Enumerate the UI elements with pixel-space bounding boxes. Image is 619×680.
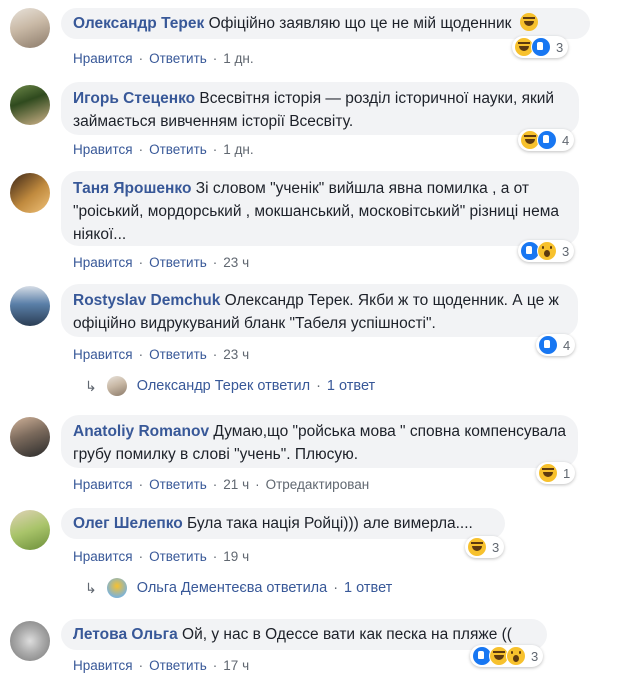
- comment-author[interactable]: Таня Ярошенко: [73, 180, 191, 197]
- comment-time[interactable]: 21 ч: [223, 477, 249, 492]
- reply-author-text[interactable]: Олександр Терек ответил: [137, 378, 310, 394]
- reactions-badge[interactable]: 3: [465, 536, 505, 558]
- reply-link[interactable]: Ответить: [149, 142, 207, 157]
- comment-bubble: Олександр Терек Офіційно заявляю що це н…: [61, 8, 590, 39]
- comment-bubble: Таня Ярошенко Зі словом "ученік" вийшла …: [61, 171, 579, 246]
- reaction-count: 1: [563, 465, 571, 481]
- comment-author[interactable]: Летова Ольга: [73, 626, 178, 643]
- reply-count[interactable]: 1 ответ: [344, 580, 392, 596]
- reply-link[interactable]: Ответить: [149, 658, 207, 673]
- comment-author[interactable]: Anatoliy Romanov: [73, 423, 209, 440]
- like-link[interactable]: Нравится: [73, 477, 133, 492]
- reactions-badge[interactable]: 4: [536, 334, 576, 356]
- comment-author[interactable]: Rostyslav Demchuk: [73, 292, 220, 309]
- replies-link[interactable]: ↳ Олександр Терек ответил · 1 ответ: [85, 376, 375, 396]
- reply-link[interactable]: Ответить: [149, 255, 207, 270]
- wow-reaction-icon: [506, 646, 526, 666]
- like-link[interactable]: Нравится: [73, 51, 133, 66]
- reply-arrow-icon: ↳: [85, 579, 97, 596]
- reaction-count: 4: [562, 132, 570, 148]
- reply-avatar: [106, 578, 127, 598]
- comment-actions: Нравится · Ответить · 17 ч: [73, 658, 250, 673]
- reply-link[interactable]: Ответить: [149, 347, 207, 362]
- reaction-count: 3: [531, 648, 539, 664]
- reply-author-text[interactable]: Ольга Дементеєва ответила: [137, 580, 327, 596]
- haha-reaction-icon: [538, 463, 558, 483]
- avatar[interactable]: [10, 510, 50, 550]
- comment-author[interactable]: Олег Шелепко: [73, 515, 183, 532]
- reaction-count: 3: [556, 39, 564, 55]
- like-link[interactable]: Нравится: [73, 549, 133, 564]
- comment-author[interactable]: Игорь Стеценко: [73, 90, 195, 107]
- avatar[interactable]: [10, 621, 50, 661]
- comment-bubble: Игорь Стеценко Всесвітня історія — розді…: [61, 82, 579, 135]
- like-link[interactable]: Нравится: [73, 142, 133, 157]
- avatar[interactable]: [10, 417, 50, 457]
- comment-actions: Нравится · Ответить · 23 ч: [73, 255, 250, 270]
- comment-time[interactable]: 1 дн.: [223, 51, 253, 66]
- like-link[interactable]: Нравится: [73, 347, 133, 362]
- avatar[interactable]: [10, 85, 50, 125]
- comment-time[interactable]: 1 дн.: [223, 142, 253, 157]
- like-link[interactable]: Нравится: [73, 658, 133, 673]
- avatar[interactable]: [10, 8, 50, 48]
- like-link[interactable]: Нравится: [73, 255, 133, 270]
- comment-time[interactable]: 17 ч: [223, 658, 249, 673]
- comment-bubble: Олег Шелепко Була така нація Ройці))) ал…: [61, 508, 505, 539]
- like-reaction-icon: [537, 130, 557, 150]
- avatar[interactable]: [10, 173, 50, 213]
- comment-actions: Нравится · Ответить · 1 дн.: [73, 142, 254, 157]
- comment-time[interactable]: 23 ч: [223, 255, 249, 270]
- laughing-emoji-icon: [519, 13, 538, 31]
- comment-bubble: Anatoliy Romanov Думаю,що "ройська мова …: [61, 415, 578, 468]
- comment-bubble: Летова Ольга Ой, у нас в Одессе вати как…: [61, 619, 547, 650]
- comment-author[interactable]: Олександр Терек: [73, 15, 204, 32]
- comment-actions: Нравится · Ответить · 1 дн.: [73, 51, 254, 66]
- reactions-badge[interactable]: 3: [512, 36, 569, 58]
- reply-count[interactable]: 1 ответ: [327, 378, 375, 394]
- reply-arrow-icon: ↳: [85, 377, 97, 394]
- comment-text: Була така нація Ройці))) але вимерла....: [187, 515, 473, 532]
- reply-avatar: [106, 376, 127, 396]
- reaction-count: 4: [563, 337, 571, 353]
- comment-actions: Нравится · Ответить · 19 ч: [73, 549, 250, 564]
- reaction-count: 3: [562, 243, 570, 259]
- edited-label[interactable]: Отредактирован: [266, 477, 370, 492]
- like-reaction-icon: [531, 37, 551, 57]
- haha-reaction-icon: [467, 537, 487, 557]
- reply-link[interactable]: Ответить: [149, 549, 207, 564]
- comments-feed: Олександр Терек Офіційно заявляю що це н…: [0, 0, 619, 680]
- reply-link[interactable]: Ответить: [149, 477, 207, 492]
- reactions-badge[interactable]: 4: [518, 129, 575, 151]
- comment-actions: Нравится · Ответить · 21 ч · Отредактирован: [73, 477, 370, 492]
- reactions-badge[interactable]: 1: [536, 462, 576, 484]
- like-reaction-icon: [538, 335, 558, 355]
- reactions-badge[interactable]: 3: [518, 240, 575, 262]
- comment-bubble: Rostyslav Demchuk Олександр Терек. Якби …: [61, 284, 578, 337]
- comment-time[interactable]: 19 ч: [223, 549, 249, 564]
- comment-text: Офіційно заявляю що це не мій щоденник: [208, 15, 512, 32]
- comment-text: Ой, у нас в Одессе вати как песка на пля…: [182, 626, 512, 643]
- reactions-badge[interactable]: 3: [470, 645, 544, 667]
- reaction-count: 3: [492, 539, 500, 555]
- replies-link[interactable]: ↳ Ольга Дементеєва ответила · 1 ответ: [85, 578, 392, 598]
- wow-reaction-icon: [537, 241, 557, 261]
- reply-link[interactable]: Ответить: [149, 51, 207, 66]
- avatar[interactable]: [10, 286, 50, 326]
- comment-time[interactable]: 23 ч: [223, 347, 249, 362]
- comment-actions: Нравится · Ответить · 23 ч: [73, 347, 250, 362]
